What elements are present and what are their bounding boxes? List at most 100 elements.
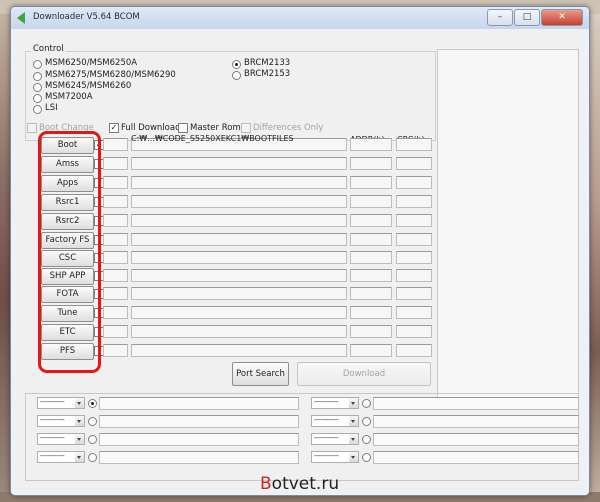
model-label-2: MSM6245/MSM6260 — [45, 81, 132, 91]
model-label-0: MSM6250/MSM6250A — [45, 58, 138, 68]
port-combo-text: ------------ — [40, 452, 65, 460]
file-status-field-1 — [103, 157, 128, 170]
port-combo-5[interactable]: ------------ — [311, 433, 359, 445]
port-status-field-7 — [373, 451, 579, 464]
crc-field-10[interactable] — [396, 325, 432, 338]
master-rom-checkbox[interactable] — [178, 123, 188, 133]
highlight-box — [38, 131, 101, 373]
full-download-label: Full Download — [121, 123, 181, 133]
port-status-field-5 — [373, 433, 579, 446]
app-arrow-icon — [17, 12, 25, 24]
port-radio-6[interactable] — [88, 453, 97, 462]
addr-field-7[interactable] — [350, 269, 392, 282]
chevron-down-icon[interactable] — [75, 434, 84, 444]
port-combo-text: ------------ — [40, 398, 65, 406]
boot-path-text: C:₩...₩CODE_S5250XEKC1₩BOOTFILES — [131, 134, 294, 143]
port-radio-0[interactable] — [88, 399, 97, 408]
addr-field-3[interactable] — [350, 195, 392, 208]
port-radio-1[interactable] — [362, 399, 371, 408]
port-combo-2[interactable]: ------------ — [37, 415, 85, 427]
file-status-field-0 — [103, 138, 128, 151]
port-combo-6[interactable]: ------------ — [37, 451, 85, 463]
chevron-down-icon[interactable] — [349, 434, 358, 444]
crc-field-7[interactable] — [396, 269, 432, 282]
crc-field-2[interactable] — [396, 176, 432, 189]
port-radio-5[interactable] — [362, 435, 371, 444]
model-radio-2[interactable] — [33, 83, 42, 92]
port-radio-4[interactable] — [88, 435, 97, 444]
port-combo-4[interactable]: ------------ — [37, 433, 85, 445]
port-status-field-4 — [99, 433, 299, 446]
addr-field-0[interactable] — [350, 138, 392, 151]
model-label-1: MSM6275/MSM6280/MSM6290 — [45, 70, 176, 80]
addr-field-10[interactable] — [350, 325, 392, 338]
model-label-right-0: BRCM2133 — [244, 58, 291, 68]
port-radio-3[interactable] — [362, 417, 371, 426]
file-path-field-3[interactable] — [131, 195, 347, 208]
file-status-field-8 — [103, 287, 128, 300]
file-path-field-10[interactable] — [131, 325, 347, 338]
file-path-field-8[interactable] — [131, 287, 347, 300]
file-path-field-4[interactable] — [131, 214, 347, 227]
chevron-down-icon[interactable] — [75, 398, 84, 408]
file-status-field-4 — [103, 214, 128, 227]
chevron-down-icon[interactable] — [75, 416, 84, 426]
title-bar[interactable]: Downloader V5.64 BCOM – □ ✕ — [11, 7, 589, 29]
crc-field-0[interactable] — [396, 138, 432, 151]
boot-change-checkbox[interactable] — [27, 123, 37, 133]
crc-field-8[interactable] — [396, 287, 432, 300]
addr-field-1[interactable] — [350, 157, 392, 170]
model-radio-right-0[interactable] — [232, 60, 241, 69]
port-radio-2[interactable] — [88, 417, 97, 426]
addr-field-11[interactable] — [350, 344, 392, 357]
model-radio-right-1[interactable] — [232, 71, 241, 80]
maximize-button[interactable]: □ — [514, 9, 540, 26]
port-combo-0[interactable]: ------------ — [37, 397, 85, 409]
port-search-button[interactable]: Port Search — [232, 362, 289, 386]
port-combo-1[interactable]: ------------ — [311, 397, 359, 409]
addr-field-8[interactable] — [350, 287, 392, 300]
crc-field-4[interactable] — [396, 214, 432, 227]
crc-field-6[interactable] — [396, 251, 432, 264]
chevron-down-icon[interactable] — [349, 416, 358, 426]
addr-field-2[interactable] — [350, 176, 392, 189]
port-combo-7[interactable]: ------------ — [311, 451, 359, 463]
chevron-down-icon[interactable] — [349, 452, 358, 462]
crc-field-11[interactable] — [396, 344, 432, 357]
file-path-field-5[interactable] — [131, 233, 347, 246]
crc-field-9[interactable] — [396, 306, 432, 319]
model-radio-0[interactable] — [33, 60, 42, 69]
window-title: Downloader V5.64 BCOM — [33, 12, 140, 22]
addr-field-4[interactable] — [350, 214, 392, 227]
crc-field-1[interactable] — [396, 157, 432, 170]
model-radio-3[interactable] — [33, 94, 42, 103]
model-radio-1[interactable] — [33, 72, 42, 81]
file-path-field-11[interactable] — [131, 344, 347, 357]
file-path-field-9[interactable] — [131, 306, 347, 319]
file-status-field-11 — [103, 344, 128, 357]
addr-field-9[interactable] — [350, 306, 392, 319]
crc-field-3[interactable] — [396, 195, 432, 208]
addr-field-5[interactable] — [350, 233, 392, 246]
differences-only-checkbox[interactable] — [241, 123, 251, 133]
file-path-field-7[interactable] — [131, 269, 347, 282]
file-status-field-6 — [103, 251, 128, 264]
crc-field-5[interactable] — [396, 233, 432, 246]
control-group-label: Control — [31, 44, 66, 54]
port-radio-7[interactable] — [362, 453, 371, 462]
port-combo-3[interactable]: ------------ — [311, 415, 359, 427]
close-button[interactable]: ✕ — [541, 9, 583, 26]
chevron-down-icon[interactable] — [349, 398, 358, 408]
file-path-field-2[interactable] — [131, 176, 347, 189]
log-panel — [437, 49, 579, 400]
full-download-checkbox[interactable]: ✓ — [109, 123, 119, 133]
file-path-field-6[interactable] — [131, 251, 347, 264]
minimize-button[interactable]: – — [487, 9, 513, 26]
download-button[interactable]: Download — [297, 362, 431, 386]
addr-field-6[interactable] — [350, 251, 392, 264]
file-status-field-5 — [103, 233, 128, 246]
port-combo-text: ------------ — [40, 416, 65, 424]
chevron-down-icon[interactable] — [75, 452, 84, 462]
model-radio-4[interactable] — [33, 105, 42, 114]
file-path-field-1[interactable] — [131, 157, 347, 170]
